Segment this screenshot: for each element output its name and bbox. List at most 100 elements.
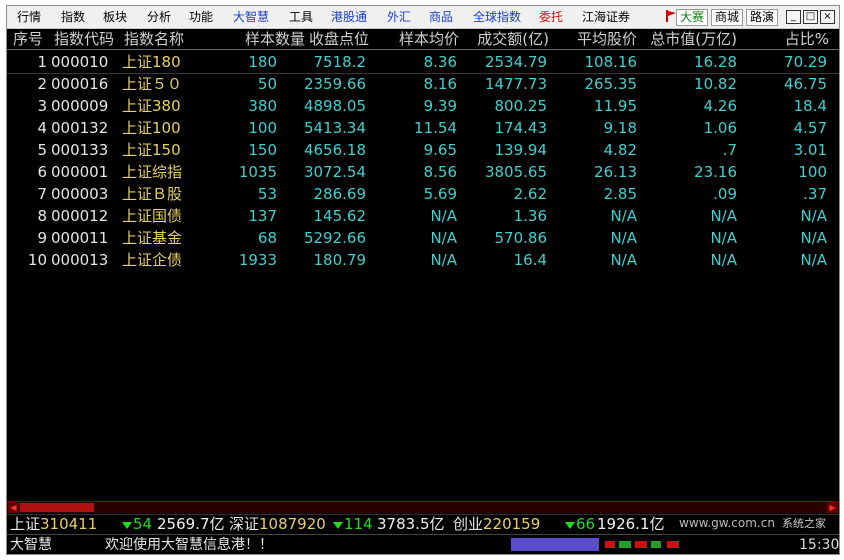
scroll-thumb[interactable] bbox=[20, 503, 94, 512]
header-name[interactable]: 指数名称 bbox=[124, 31, 184, 47]
row-no: 4 bbox=[37, 119, 47, 137]
header-no[interactable]: 序号 bbox=[13, 31, 43, 47]
row-close: 4898.05 bbox=[303, 97, 366, 115]
row-share: N/A bbox=[800, 229, 827, 247]
row-close: 7518.2 bbox=[313, 53, 367, 71]
ticker-sz-label: 深证 bbox=[229, 515, 260, 533]
down-arrow-icon bbox=[333, 522, 343, 529]
table-header: 序号 指数代码 指数名称 样本数量 收盘点位 样本均价 成交额(亿) 平均股价 … bbox=[7, 29, 839, 50]
row-avg: 9.39 bbox=[423, 97, 457, 115]
menu-quanqiu-zhishu[interactable]: 全球指数 bbox=[473, 10, 521, 24]
row-no: 10 bbox=[27, 251, 47, 269]
row-no: 2 bbox=[37, 75, 47, 93]
row-share: 3.01 bbox=[793, 141, 827, 159]
ticker-sz-value: 1087920 bbox=[259, 515, 326, 533]
status-block bbox=[619, 541, 631, 548]
status-block bbox=[605, 541, 615, 548]
row-code: 000001 bbox=[51, 163, 109, 181]
row-count: 380 bbox=[248, 97, 277, 115]
row-market-cap: 1.06 bbox=[703, 119, 737, 137]
ticker-sz-change: 114 bbox=[344, 515, 373, 533]
table-row[interactable]: 5 000133 上证150 150 4656.18 9.65 139.94 4… bbox=[7, 139, 839, 161]
row-close: 4656.18 bbox=[303, 141, 366, 159]
scroll-right-arrow-icon[interactable]: ▶ bbox=[827, 502, 838, 513]
table-row[interactable]: 2 000016 上证５０ 50 2359.66 8.16 1477.73 26… bbox=[7, 73, 839, 95]
row-count: 180 bbox=[248, 53, 277, 71]
row-market-cap: N/A bbox=[710, 251, 737, 269]
row-turnover: 174.43 bbox=[494, 119, 548, 137]
menu-bankuai[interactable]: 板块 bbox=[103, 10, 127, 24]
row-count: 68 bbox=[257, 229, 277, 247]
header-avg-price[interactable]: 平均股价 bbox=[555, 31, 637, 47]
menu-gongneng[interactable]: 功能 bbox=[189, 10, 213, 24]
row-turnover: 1.36 bbox=[513, 207, 547, 225]
dasai-button[interactable]: 大赛 bbox=[676, 9, 709, 26]
table-row[interactable]: 9 000011 上证基金 68 5292.66 N/A 570.86 N/A … bbox=[7, 227, 839, 249]
status-indicator bbox=[511, 538, 599, 551]
menu-fenxi[interactable]: 分析 bbox=[147, 10, 171, 24]
header-market-cap[interactable]: 总市值(万亿) bbox=[641, 31, 737, 47]
table-row[interactable]: 4 000132 上证100 100 5413.34 11.54 174.43 … bbox=[7, 117, 839, 139]
row-name: 上证基金 bbox=[122, 229, 183, 247]
row-name: 上证Ｂ股 bbox=[122, 185, 183, 203]
horizontal-scrollbar[interactable]: ◀ ▶ bbox=[7, 501, 839, 513]
table-row[interactable]: 8 000012 上证国债 137 145.62 N/A 1.36 N/A N/… bbox=[7, 205, 839, 227]
row-turnover: 1477.73 bbox=[484, 75, 547, 93]
header-close[interactable]: 收盘点位 bbox=[297, 31, 369, 47]
down-arrow-icon bbox=[122, 522, 132, 529]
row-avg: 11.54 bbox=[414, 119, 457, 137]
row-no: 1 bbox=[37, 53, 47, 71]
index-table: 序号 指数代码 指数名称 样本数量 收盘点位 样本均价 成交额(亿) 平均股价 … bbox=[7, 29, 839, 499]
menu-zhishu[interactable]: 指数 bbox=[61, 10, 85, 24]
table-row[interactable]: 3 000009 上证380 380 4898.05 9.39 800.25 1… bbox=[7, 95, 839, 117]
ticker-sh-change: 54 bbox=[133, 515, 153, 533]
row-avg-price: 9.18 bbox=[603, 119, 637, 137]
row-name: 上证５０ bbox=[122, 75, 183, 93]
menu-shangpin[interactable]: 商品 bbox=[429, 10, 453, 24]
menu-ganggutong[interactable]: 港股通 bbox=[331, 10, 367, 24]
row-market-cap: 23.16 bbox=[694, 163, 737, 181]
row-market-cap: N/A bbox=[710, 229, 737, 247]
menu-hangqing[interactable]: 行情 bbox=[17, 10, 41, 24]
row-no: 3 bbox=[37, 97, 47, 115]
app-window: 行情 指数 板块 分析 功能 大智慧 工具 港股通 外汇 商品 全球指数 委托 … bbox=[6, 5, 840, 555]
row-share: 46.75 bbox=[784, 75, 827, 93]
header-code[interactable]: 指数代码 bbox=[54, 31, 114, 47]
table-row[interactable]: 6 000001 上证综指 1035 3072.54 8.56 3805.65 … bbox=[7, 161, 839, 183]
menu-waihui[interactable]: 外汇 bbox=[387, 10, 411, 24]
row-turnover: 2.62 bbox=[513, 185, 547, 203]
row-avg-price: N/A bbox=[610, 207, 637, 225]
menu-dazhihui[interactable]: 大智慧 bbox=[233, 10, 269, 24]
row-name: 上证380 bbox=[122, 97, 181, 115]
ticker-sh-value: 310411 bbox=[40, 515, 98, 533]
shangcheng-button[interactable]: 商城 bbox=[711, 9, 744, 26]
header-avg-sample-price[interactable]: 样本均价 bbox=[379, 31, 459, 47]
row-turnover: 16.4 bbox=[513, 251, 547, 269]
luyan-button[interactable]: 路演 bbox=[746, 9, 779, 26]
row-close: 180.79 bbox=[313, 251, 367, 269]
row-no: 8 bbox=[37, 207, 47, 225]
header-turnover[interactable]: 成交额(亿) bbox=[457, 31, 549, 47]
table-row[interactable]: 1 000010 上证180 180 7518.2 8.36 2534.79 1… bbox=[7, 51, 839, 74]
table-row[interactable]: 7 000003 上证Ｂ股 53 286.69 5.69 2.62 2.85 .… bbox=[7, 183, 839, 205]
row-turnover: 800.25 bbox=[494, 97, 548, 115]
row-avg: 9.65 bbox=[423, 141, 457, 159]
status-block bbox=[667, 541, 679, 548]
minimize-button[interactable]: _ bbox=[786, 10, 801, 24]
menu-gongju[interactable]: 工具 bbox=[289, 10, 313, 24]
row-market-cap: .7 bbox=[722, 141, 737, 159]
scroll-left-arrow-icon[interactable]: ◀ bbox=[8, 502, 19, 513]
table-row[interactable]: 10 000013 上证企债 1933 180.79 N/A 16.4 N/A … bbox=[7, 249, 839, 271]
status-block bbox=[635, 541, 647, 548]
row-market-cap: 4.26 bbox=[703, 97, 737, 115]
menu-weituo[interactable]: 委托 bbox=[539, 10, 563, 24]
close-button[interactable]: × bbox=[820, 10, 835, 24]
row-count: 1933 bbox=[238, 251, 277, 269]
menu-jianghai-zhengquan[interactable]: 江海证券 bbox=[582, 10, 630, 24]
header-sample-count[interactable]: 样本数量 bbox=[203, 31, 305, 47]
clock: 15:30 bbox=[799, 537, 840, 553]
header-share[interactable]: 占比% bbox=[767, 31, 829, 47]
row-avg: 8.36 bbox=[423, 53, 457, 71]
flag-icon bbox=[666, 10, 676, 22]
maximize-button[interactable]: □ bbox=[803, 10, 818, 24]
